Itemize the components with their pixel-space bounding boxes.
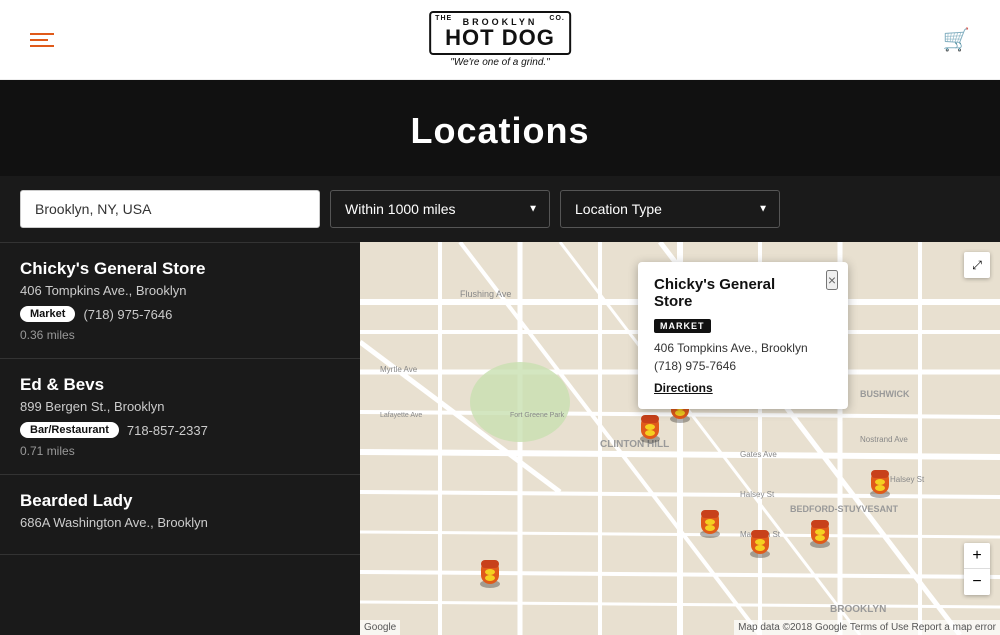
radius-select-wrapper: Within 1000 miles Within 500 miles Withi… bbox=[330, 190, 550, 228]
svg-text:Flushing Ave: Flushing Ave bbox=[460, 289, 511, 299]
map-attribution: Map data ©2018 Google Terms of Use Repor… bbox=[734, 620, 1000, 635]
location-tags: Market (718) 975-7646 bbox=[20, 306, 340, 322]
svg-text:Lafayette Ave: Lafayette Ave bbox=[380, 412, 422, 419]
map-popup-directions-link[interactable]: Directions bbox=[654, 381, 832, 395]
location-address: 899 Bergen St., Brooklyn bbox=[20, 399, 340, 414]
location-phone: (718) 975-7646 bbox=[83, 307, 172, 322]
hamburger-button[interactable] bbox=[30, 33, 54, 47]
hero-section: Locations bbox=[0, 80, 1000, 176]
list-item[interactable]: Ed & Bevs 899 Bergen St., Brooklyn Bar/R… bbox=[0, 359, 360, 475]
site-logo: THE CO. BROOKLYN HOT DOG "We're one of a… bbox=[429, 11, 571, 68]
svg-text:Halsey St: Halsey St bbox=[740, 490, 775, 499]
map-zoom-out-button[interactable]: − bbox=[964, 569, 990, 595]
logo-brand-main: HOT DOG bbox=[445, 27, 555, 49]
type-select[interactable]: Location Type Market Bar/Restaurant Food… bbox=[560, 190, 780, 228]
svg-text:Nostrand Ave: Nostrand Ave bbox=[860, 435, 908, 444]
location-name: Ed & Bevs bbox=[20, 375, 340, 395]
map-popup-phone: (718) 975-7646 bbox=[654, 359, 832, 373]
type-select-wrapper: Location Type Market Bar/Restaurant Food… bbox=[560, 190, 780, 228]
location-tag: Market bbox=[20, 306, 75, 322]
svg-text:Myrtle Ave: Myrtle Ave bbox=[380, 365, 418, 374]
map-popup-close-button[interactable]: × bbox=[826, 270, 838, 290]
location-search-input[interactable] bbox=[20, 190, 320, 228]
location-phone: 718-857-2337 bbox=[127, 423, 208, 438]
location-tag: Bar/Restaurant bbox=[20, 422, 119, 438]
logo-co: CO. bbox=[549, 15, 564, 22]
list-item[interactable]: Bearded Lady 686A Washington Ave., Brook… bbox=[0, 475, 360, 555]
location-distance: 0.36 miles bbox=[20, 328, 340, 342]
location-distance: 0.71 miles bbox=[20, 444, 340, 458]
map-popup-name: Chicky's General Store bbox=[654, 276, 832, 310]
svg-text:BROOKLYN: BROOKLYN bbox=[830, 604, 886, 615]
search-bar: Within 1000 miles Within 500 miles Withi… bbox=[0, 176, 1000, 242]
map-zoom-controls: + − bbox=[964, 543, 990, 595]
main-content: Within 1000 miles Within 500 miles Withi… bbox=[0, 176, 1000, 626]
logo-tagline: "We're one of a grind." bbox=[450, 57, 549, 68]
svg-text:Halsey St: Halsey St bbox=[890, 475, 925, 484]
map-popup: × Chicky's General Store MARKET 406 Tomp… bbox=[638, 262, 848, 409]
map-google-label: Google bbox=[360, 620, 400, 635]
logo-the: THE bbox=[435, 15, 452, 22]
location-address: 406 Tompkins Ave., Brooklyn bbox=[20, 283, 340, 298]
radius-select[interactable]: Within 1000 miles Within 500 miles Withi… bbox=[330, 190, 550, 228]
map-zoom-in-button[interactable]: + bbox=[964, 543, 990, 569]
map-area[interactable]: Flushing Ave Myrtle Ave Park Ave CLINTON… bbox=[360, 242, 1000, 635]
header: THE CO. BROOKLYN HOT DOG "We're one of a… bbox=[0, 0, 1000, 80]
location-name: Chicky's General Store bbox=[20, 259, 340, 279]
map-popup-address: 406 Tompkins Ave., Brooklyn bbox=[654, 341, 832, 355]
page-title: Locations bbox=[0, 110, 1000, 152]
location-list: Chicky's General Store 406 Tompkins Ave.… bbox=[0, 242, 360, 635]
locations-layout: Chicky's General Store 406 Tompkins Ave.… bbox=[0, 242, 1000, 635]
map-fullscreen-button[interactable]: ⤢ bbox=[964, 252, 990, 278]
svg-text:Fort Greene Park: Fort Greene Park bbox=[510, 412, 565, 419]
svg-text:Gates Ave: Gates Ave bbox=[740, 450, 777, 459]
location-tags: Bar/Restaurant 718-857-2337 bbox=[20, 422, 340, 438]
map-popup-tag: MARKET bbox=[654, 319, 711, 333]
location-address: 686A Washington Ave., Brooklyn bbox=[20, 515, 340, 530]
svg-text:BUSHWICK: BUSHWICK bbox=[860, 389, 910, 399]
location-name: Bearded Lady bbox=[20, 491, 340, 511]
cart-button[interactable]: 🛒 bbox=[943, 27, 970, 53]
list-item[interactable]: Chicky's General Store 406 Tompkins Ave.… bbox=[0, 243, 360, 359]
svg-text:BEDFORD-STUYVESANT: BEDFORD-STUYVESANT bbox=[790, 504, 899, 514]
